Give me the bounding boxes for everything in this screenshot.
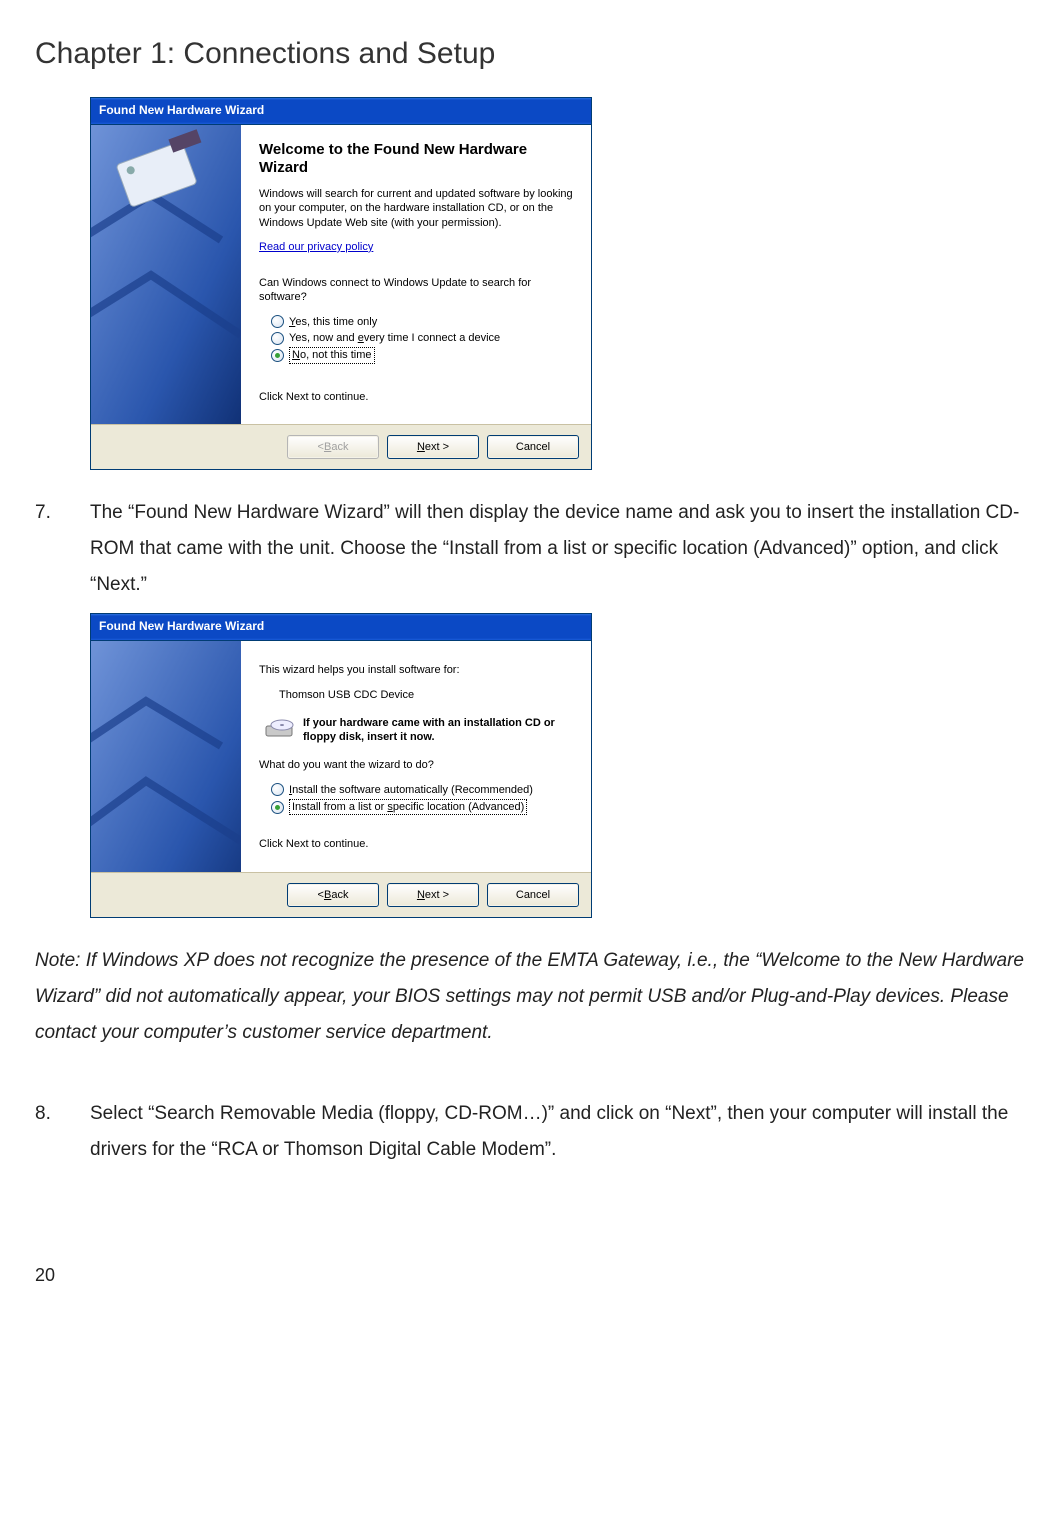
radio-label: No, not this time: [289, 347, 375, 363]
insert-cd-note: If your hardware came with an installati…: [265, 716, 573, 745]
wizard-heading: Welcome to the Found New Hardware Wizard: [259, 141, 573, 177]
cancel-button[interactable]: Cancel: [487, 883, 579, 907]
insert-cd-text: If your hardware came with an installati…: [303, 716, 573, 745]
step-7: 7. The “Found New Hardware Wizard” will …: [35, 495, 1028, 603]
wizard-screenshot-1: Found New Hardware Wizard: [90, 97, 1028, 470]
device-name: Thomson USB CDC Device: [279, 688, 573, 702]
wizard-button-row: < Back Next > Cancel: [91, 872, 591, 917]
wizard-screenshot-2: Found New Hardware Wizard This wizard he…: [90, 613, 1028, 917]
radio-option-yes-once[interactable]: Yes, this time only: [271, 315, 573, 329]
note-text: Note: If Windows XP does not recognize t…: [35, 943, 1028, 1051]
step-8: 8. Select “Search Removable Media (flopp…: [35, 1096, 1028, 1168]
radio-icon: [271, 349, 284, 362]
radio-option-auto[interactable]: Install the software automatically (Reco…: [271, 783, 573, 797]
radio-label: Yes, this time only: [289, 315, 377, 329]
window-title-text: Found New Hardware Wizard: [99, 619, 264, 635]
cd-drive-icon: [265, 716, 295, 742]
radio-icon: [271, 315, 284, 328]
wizard-sidebar: [91, 125, 241, 424]
radio-option-no[interactable]: No, not this time: [271, 347, 573, 363]
cancel-button[interactable]: Cancel: [487, 435, 579, 459]
wizard-sidebar: [91, 641, 241, 871]
step-text: The “Found New Hardware Wizard” will the…: [90, 495, 1028, 603]
wizard-window: Found New Hardware Wizard This wizard he…: [90, 613, 592, 917]
radio-icon: [271, 783, 284, 796]
back-button[interactable]: < Back: [287, 883, 379, 907]
step-text: Select “Search Removable Media (floppy, …: [90, 1096, 1028, 1168]
window-title-bar[interactable]: Found New Hardware Wizard: [91, 98, 591, 125]
radio-icon: [271, 801, 284, 814]
radio-icon: [271, 332, 284, 345]
wizard-continue-text: Click Next to continue.: [259, 390, 573, 404]
wizard-question: What do you want the wizard to do?: [259, 758, 573, 772]
window-title-bar[interactable]: Found New Hardware Wizard: [91, 614, 591, 641]
wizard-sidebar-art: [91, 641, 241, 871]
radio-option-advanced[interactable]: Install from a list or specific location…: [271, 799, 573, 815]
wizard-button-row: < Back Next > Cancel: [91, 424, 591, 469]
page-number: 20: [35, 1258, 1028, 1292]
radio-option-yes-always[interactable]: Yes, now and every time I connect a devi…: [271, 331, 573, 345]
wizard-question: Can Windows connect to Windows Update to…: [259, 276, 573, 305]
wizard-sidebar-art: [91, 125, 241, 424]
back-button: < Back: [287, 435, 379, 459]
wizard-continue-text: Click Next to continue.: [259, 837, 573, 851]
window-title-text: Found New Hardware Wizard: [99, 103, 264, 119]
next-button[interactable]: Next >: [387, 883, 479, 907]
step-number: 7.: [35, 495, 90, 603]
privacy-policy-link[interactable]: Read our privacy policy: [259, 241, 373, 253]
radio-label: Yes, now and every time I connect a devi…: [289, 331, 500, 345]
wizard-window: Found New Hardware Wizard: [90, 97, 592, 470]
next-button[interactable]: Next >: [387, 435, 479, 459]
wizard-helps-text: This wizard helps you install software f…: [259, 663, 573, 677]
wizard-intro-text: Windows will search for current and upda…: [259, 187, 573, 230]
radio-label: Install from a list or specific location…: [289, 799, 527, 815]
radio-label: Install the software automatically (Reco…: [289, 783, 533, 797]
chapter-title: Chapter 1: Connections and Setup: [35, 25, 1028, 82]
step-number: 8.: [35, 1096, 90, 1168]
